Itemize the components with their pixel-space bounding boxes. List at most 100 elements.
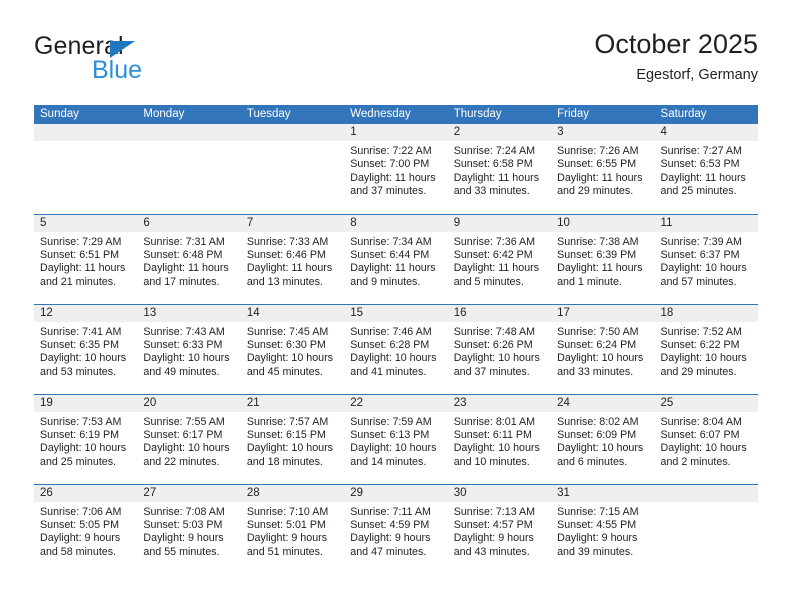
calendar-day-cell[interactable]: 6 Sunrise: 7:31 AM Sunset: 6:48 PM Daylight… (137, 213, 241, 304)
calendar-day-cell[interactable]: 28 Sunrise: 7:10 AM Sunset: 5:01 PM Dayligh… (240, 483, 345, 574)
calendar-day-cell[interactable]: 1 Sunrise: 7:22 AM Sunset: 7:00 PM Daylight… (344, 124, 448, 214)
weekday-header-friday: Friday (551, 105, 655, 124)
daylight-duration: Daylight: 10 hours and 37 minutes. (453, 352, 540, 378)
calendar-day-cell[interactable]: 25 Sunrise: 8:04 AM Sunset: 6:07 PM Dayligh… (654, 393, 758, 484)
calendar-day-cell[interactable]: 3 Sunrise: 7:26 AM Sunset: 6:55 PM Daylight… (551, 124, 655, 214)
calendar-day-cell[interactable]: 7 Sunrise: 7:33 AM Sunset: 6:46 PM Daylight… (240, 213, 345, 304)
day-number (137, 124, 241, 141)
sunset-time: Sunset: 6:09 PM (557, 428, 637, 441)
calendar-day-cell[interactable]: 18 Sunrise: 7:52 AM Sunset: 6:22 PM Dayligh… (654, 303, 758, 394)
day-details: Sunrise: 7:53 AM Sunset: 6:19 PM Daylight:… (34, 412, 137, 470)
calendar-day-cell[interactable]: 4 Sunrise: 7:27 AM Sunset: 6:53 PM Daylight… (654, 124, 758, 214)
day-number: 20 (137, 394, 241, 412)
day-details: Sunrise: 7:52 AM Sunset: 6:22 PM Daylight:… (655, 322, 758, 380)
day-details: Sunrise: 7:59 AM Sunset: 6:13 PM Daylight:… (344, 412, 447, 470)
calendar-day-cell[interactable]: 27 Sunrise: 7:08 AM Sunset: 5:03 PM Dayligh… (137, 483, 241, 574)
day-details: Sunrise: 7:43 AM Sunset: 6:33 PM Daylight:… (137, 322, 240, 380)
calendar-day-cell[interactable]: 2 Sunrise: 7:24 AM Sunset: 6:58 PM Daylight… (447, 124, 552, 214)
day-number: 11 (654, 214, 758, 232)
calendar-day-cell[interactable]: 8 Sunrise: 7:34 AM Sunset: 6:44 PM Daylight… (344, 213, 448, 304)
day-number: 2 (447, 124, 552, 141)
sunset-time: Sunset: 6:42 PM (453, 248, 533, 261)
calendar-day-cell[interactable]: 14 Sunrise: 7:45 AM Sunset: 6:30 PM Dayligh… (240, 303, 345, 394)
calendar-day-cell[interactable]: 19 Sunrise: 7:53 AM Sunset: 6:19 PM Dayligh… (34, 393, 138, 484)
daylight-duration: Daylight: 10 hours and 14 minutes. (350, 442, 437, 468)
daylight-duration: Daylight: 9 hours and 58 minutes. (40, 532, 121, 558)
day-details: Sunrise: 7:10 AM Sunset: 5:01 PM Daylight:… (241, 502, 344, 560)
sunset-time: Sunset: 6:51 PM (40, 248, 120, 261)
sunset-time: Sunset: 6:35 PM (40, 338, 120, 351)
sunset-time: Sunset: 4:55 PM (557, 518, 637, 531)
calendar-day-cell[interactable]: 21 Sunrise: 7:57 AM Sunset: 6:15 PM Dayligh… (240, 393, 345, 484)
day-number: 16 (447, 304, 552, 322)
calendar-day-cell[interactable]: 10 Sunrise: 7:38 AM Sunset: 6:39 PM Dayligh… (551, 213, 655, 304)
calendar-day-cell[interactable]: 23 Sunrise: 8:01 AM Sunset: 6:11 PM Dayligh… (447, 393, 552, 484)
day-number: 14 (240, 304, 345, 322)
daylight-duration: Daylight: 10 hours and 10 minutes. (453, 442, 540, 468)
daylight-duration: Daylight: 10 hours and 6 minutes. (557, 442, 644, 468)
day-number: 15 (344, 304, 448, 322)
sunrise-time: Sunrise: 7:27 AM (660, 145, 742, 157)
sunrise-time: Sunrise: 7:08 AM (143, 505, 225, 518)
day-details: Sunrise: 7:27 AM Sunset: 6:53 PM Daylight:… (655, 141, 758, 199)
calendar-day-cell[interactable]: 31 Sunrise: 7:15 AM Sunset: 4:55 PM Dayligh… (551, 483, 655, 574)
calendar-day-cell[interactable]: 22 Sunrise: 7:59 AM Sunset: 6:13 PM Dayligh… (344, 393, 448, 484)
calendar-day-cell[interactable]: 5 Sunrise: 7:29 AM Sunset: 6:51 PM Daylight… (34, 213, 138, 304)
weekday-header-tuesday: Tuesday (240, 105, 345, 124)
calendar-day-cell[interactable]: 13 Sunrise: 7:43 AM Sunset: 6:33 PM Dayligh… (137, 303, 241, 394)
weekday-header-saturday: Saturday (654, 105, 758, 124)
general-blue-logo[interactable]: General Blue (34, 32, 274, 94)
calendar-day-cell[interactable]: 15 Sunrise: 7:46 AM Sunset: 6:28 PM Dayligh… (344, 303, 448, 394)
day-number: 8 (344, 214, 448, 232)
calendar-day-cell[interactable]: 26 Sunrise: 7:06 AM Sunset: 5:05 PM Dayligh… (34, 483, 138, 574)
day-details: Sunrise: 8:02 AM Sunset: 6:09 PM Daylight:… (551, 412, 654, 470)
sunrise-time: Sunrise: 7:26 AM (557, 145, 639, 157)
daylight-duration: Daylight: 11 hours and 29 minutes. (557, 171, 643, 198)
day-number: 30 (447, 484, 552, 502)
sunrise-time: Sunrise: 8:02 AM (557, 415, 639, 428)
calendar-day-cell[interactable]: 29 Sunrise: 7:11 AM Sunset: 4:59 PM Dayligh… (344, 483, 448, 574)
calendar-day-cell[interactable]: 24 Sunrise: 8:02 AM Sunset: 6:09 PM Dayligh… (551, 393, 655, 484)
sunrise-time: Sunrise: 7:11 AM (350, 505, 431, 518)
day-details: Sunrise: 7:41 AM Sunset: 6:35 PM Daylight:… (34, 322, 137, 380)
sunrise-time: Sunrise: 7:50 AM (557, 325, 639, 338)
sunrise-time: Sunrise: 7:38 AM (557, 235, 639, 248)
sunrise-time: Sunrise: 7:31 AM (143, 235, 225, 248)
sunrise-time: Sunrise: 7:55 AM (143, 415, 225, 428)
day-number: 13 (137, 304, 241, 322)
calendar-day-cell[interactable]: 17 Sunrise: 7:50 AM Sunset: 6:24 PM Dayligh… (551, 303, 655, 394)
calendar-day-cell[interactable]: 9 Sunrise: 7:36 AM Sunset: 6:42 PM Daylight… (447, 213, 552, 304)
sunrise-time: Sunrise: 7:06 AM (40, 505, 122, 518)
sunset-time: Sunset: 4:57 PM (453, 518, 533, 531)
calendar-cell-empty (137, 124, 241, 214)
sunset-time: Sunset: 5:03 PM (143, 518, 223, 531)
calendar-body: 1 Sunrise: 7:22 AM Sunset: 7:00 PM Daylight… (34, 124, 758, 574)
day-number: 22 (344, 394, 448, 412)
calendar-day-cell[interactable]: 12 Sunrise: 7:41 AM Sunset: 6:35 PM Dayligh… (34, 303, 138, 394)
calendar-day-cell[interactable]: 16 Sunrise: 7:48 AM Sunset: 6:26 PM Dayligh… (447, 303, 552, 394)
calendar-week-row: 26 Sunrise: 7:06 AM Sunset: 5:05 PM Dayligh… (34, 483, 758, 574)
sunset-time: Sunset: 6:55 PM (557, 158, 637, 171)
day-number: 18 (654, 304, 758, 322)
day-number: 29 (344, 484, 448, 502)
day-details: Sunrise: 7:06 AM Sunset: 5:05 PM Daylight:… (34, 502, 137, 560)
day-details: Sunrise: 7:57 AM Sunset: 6:15 PM Daylight:… (241, 412, 344, 470)
daylight-duration: Daylight: 10 hours and 53 minutes. (40, 352, 127, 378)
daylight-duration: Daylight: 10 hours and 33 minutes. (557, 352, 644, 378)
calendar-day-cell[interactable]: 11 Sunrise: 7:39 AM Sunset: 6:37 PM Dayligh… (654, 213, 758, 304)
calendar-day-cell[interactable]: 30 Sunrise: 7:13 AM Sunset: 4:57 PM Dayligh… (447, 483, 552, 574)
sunrise-time: Sunrise: 7:15 AM (557, 505, 639, 518)
daylight-duration: Daylight: 9 hours and 43 minutes. (453, 532, 534, 558)
day-number: 24 (551, 394, 655, 412)
sunset-time: Sunset: 6:53 PM (660, 158, 740, 171)
calendar-week-row: 12 Sunrise: 7:41 AM Sunset: 6:35 PM Dayligh… (34, 303, 758, 394)
sunset-time: Sunset: 6:30 PM (246, 338, 326, 351)
daylight-duration: Daylight: 11 hours and 37 minutes. (350, 171, 436, 198)
calendar-day-cell[interactable]: 20 Sunrise: 7:55 AM Sunset: 6:17 PM Dayligh… (137, 393, 241, 484)
day-details: Sunrise: 7:13 AM Sunset: 4:57 PM Daylight:… (448, 502, 551, 560)
calendar-cell-empty (34, 124, 138, 214)
day-number: 4 (654, 124, 758, 141)
sunrise-time: Sunrise: 7:45 AM (246, 325, 329, 338)
sunset-time: Sunset: 6:28 PM (350, 338, 430, 351)
day-details: Sunrise: 7:33 AM Sunset: 6:46 PM Daylight:… (241, 232, 344, 290)
